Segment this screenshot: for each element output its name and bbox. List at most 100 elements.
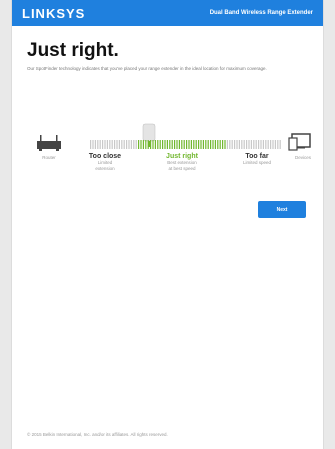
signal-tick [238, 140, 240, 149]
signal-tick [229, 140, 231, 149]
signal-tick [181, 140, 183, 149]
signal-tick [219, 140, 221, 149]
signal-tick [104, 140, 106, 149]
signal-tick [174, 140, 176, 149]
signal-tick [133, 140, 135, 149]
signal-tick [92, 140, 94, 149]
header-bar: LINKSYS Dual Band Wireless Range Extende… [12, 0, 323, 26]
zone-just-right: Just right Best extension at best speed [155, 153, 209, 172]
signal-tick [265, 140, 267, 149]
signal-tick [159, 140, 161, 149]
signal-tick [99, 140, 101, 149]
page: LINKSYS Dual Band Wireless Range Extende… [11, 0, 324, 449]
signal-tick [171, 140, 173, 149]
signal-tick [224, 140, 226, 149]
signal-tick [145, 140, 147, 149]
signal-tick [234, 140, 236, 149]
router-label: Router [42, 155, 56, 160]
signal-tick [150, 140, 152, 149]
signal-tick [198, 140, 200, 149]
signal-tick [128, 140, 130, 149]
signal-tick [116, 140, 118, 149]
signal-tick [114, 140, 116, 149]
zone-title: Just right [166, 153, 198, 160]
signal-tick [140, 140, 142, 149]
signal-tick [186, 140, 188, 149]
signal-tick [130, 140, 132, 149]
signal-ticks [90, 140, 281, 149]
signal-tick [231, 140, 233, 149]
signal-tick [138, 140, 140, 149]
signal-tick [255, 140, 257, 149]
signal-tick [200, 140, 202, 149]
signal-tick [243, 140, 245, 149]
zone-title: Too close [88, 153, 122, 160]
zone-subtext: extension [95, 166, 115, 171]
signal-tick [111, 140, 113, 149]
product-name: Dual Band Wireless Range Extender [209, 10, 313, 16]
signal-tick [135, 140, 137, 149]
signal-tick [106, 140, 108, 149]
signal-tick [274, 140, 276, 149]
signal-tick [121, 140, 123, 149]
signal-tick [202, 140, 204, 149]
signal-tick [94, 140, 96, 149]
signal-tick [236, 140, 238, 149]
signal-tick [210, 140, 212, 149]
signal-tick [260, 140, 262, 149]
signal-tick [241, 140, 243, 149]
copyright-footer: © 2015 Belkin International, Inc. and/or… [27, 432, 168, 437]
page-title: Just right. [27, 40, 119, 61]
signal-tick [164, 140, 166, 149]
zone-too-close: Too close Limited extension [82, 153, 128, 172]
signal-tick [147, 140, 149, 149]
linksys-logo: LINKSYS [22, 5, 86, 21]
signal-tick [207, 140, 209, 149]
router-icon [37, 135, 61, 151]
signal-tick [279, 140, 281, 149]
devices-icon [288, 133, 311, 151]
signal-tick [195, 140, 197, 149]
signal-tick [214, 140, 216, 149]
signal-tick [222, 140, 224, 149]
signal-tick [272, 140, 274, 149]
next-button[interactable]: Next [258, 201, 306, 218]
signal-tick [152, 140, 154, 149]
page-description: Our SpotFinder technology indicates that… [27, 66, 267, 71]
zone-too-far: Too far Limited speed [234, 153, 280, 166]
signal-tick [176, 140, 178, 149]
signal-tick [262, 140, 264, 149]
zone-subtext: at best speed [168, 166, 196, 171]
signal-tick [250, 140, 252, 149]
signal-tick [169, 140, 171, 149]
devices-label: Devices [294, 155, 311, 160]
signal-tick [157, 140, 159, 149]
spotfinder-meter: Router Devices Too close Limited extensi… [12, 120, 325, 190]
signal-tick [118, 140, 120, 149]
signal-tick [183, 140, 185, 149]
signal-tick [154, 140, 156, 149]
signal-tick [97, 140, 99, 149]
signal-tick [246, 140, 248, 149]
signal-tick [190, 140, 192, 149]
signal-tick [102, 140, 104, 149]
signal-tick [258, 140, 260, 149]
signal-tick [267, 140, 269, 149]
signal-tick [178, 140, 180, 149]
signal-tick [90, 140, 92, 149]
zone-subtext: Limited speed [242, 160, 272, 165]
zone-title: Too far [245, 153, 269, 160]
signal-tick [126, 140, 128, 149]
signal-tick [109, 140, 111, 149]
signal-tick [253, 140, 255, 149]
signal-tick [188, 140, 190, 149]
signal-tick [193, 140, 195, 149]
signal-tick [162, 140, 164, 149]
signal-tick [142, 140, 144, 149]
signal-tick [166, 140, 168, 149]
signal-tick [248, 140, 250, 149]
signal-tick [212, 140, 214, 149]
signal-tick [123, 140, 125, 149]
signal-tick [277, 140, 279, 149]
signal-tick [226, 140, 228, 149]
